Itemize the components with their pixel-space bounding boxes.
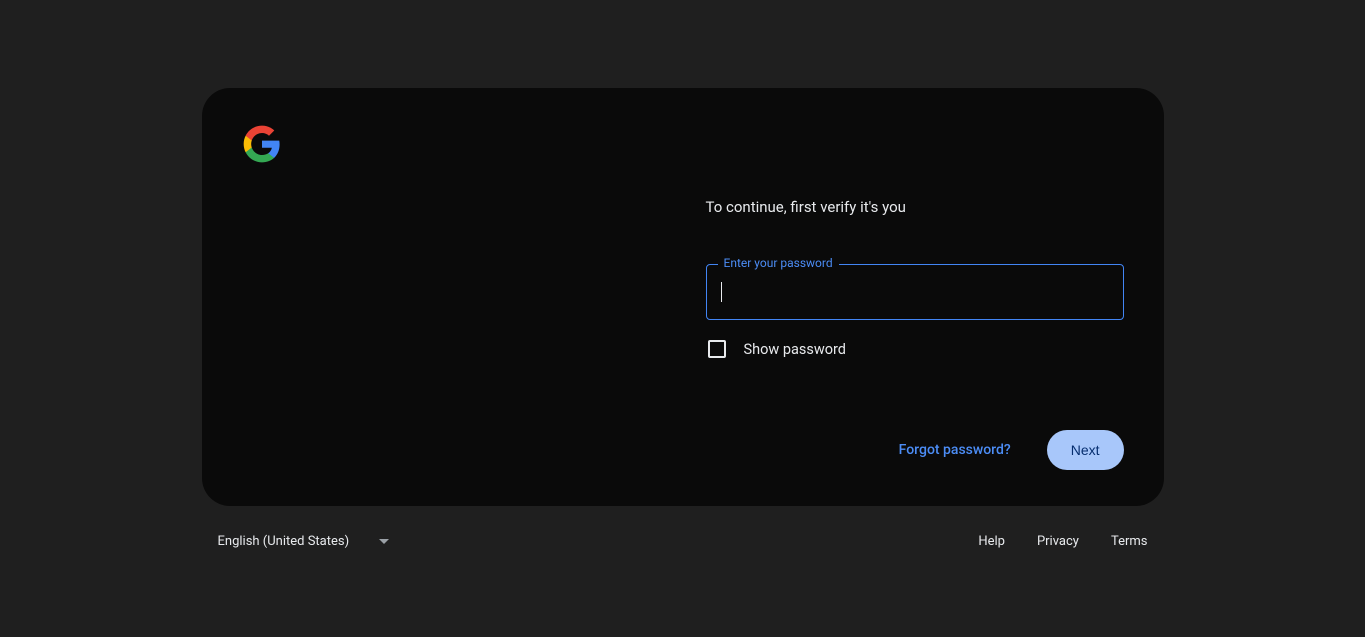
google-logo-icon bbox=[242, 124, 282, 164]
footer: English (United States) Help Privacy Ter… bbox=[202, 526, 1164, 557]
password-field[interactable] bbox=[706, 264, 1124, 320]
privacy-link[interactable]: Privacy bbox=[1037, 534, 1079, 549]
button-row: Forgot password? Next bbox=[706, 430, 1124, 470]
password-field-wrapper: Enter your password bbox=[706, 264, 1124, 320]
chevron-down-icon bbox=[379, 539, 389, 544]
show-password-label[interactable]: Show password bbox=[744, 341, 846, 358]
language-selector[interactable]: English (United States) bbox=[218, 526, 390, 557]
signin-card: To continue, first verify it's you Enter… bbox=[202, 88, 1164, 506]
language-selector-label: English (United States) bbox=[218, 534, 350, 549]
help-link[interactable]: Help bbox=[978, 534, 1005, 549]
show-password-checkbox[interactable] bbox=[708, 340, 726, 358]
forgot-password-link[interactable]: Forgot password? bbox=[887, 434, 1023, 466]
password-field-label: Enter your password bbox=[718, 256, 839, 270]
show-password-row: Show password bbox=[706, 340, 1124, 358]
verify-instruction-text: To continue, first verify it's you bbox=[706, 198, 1124, 216]
text-cursor bbox=[721, 282, 722, 302]
next-button[interactable]: Next bbox=[1047, 430, 1124, 470]
footer-links: Help Privacy Terms bbox=[978, 534, 1147, 549]
form-column: To continue, first verify it's you Enter… bbox=[706, 188, 1124, 470]
terms-link[interactable]: Terms bbox=[1111, 534, 1148, 549]
